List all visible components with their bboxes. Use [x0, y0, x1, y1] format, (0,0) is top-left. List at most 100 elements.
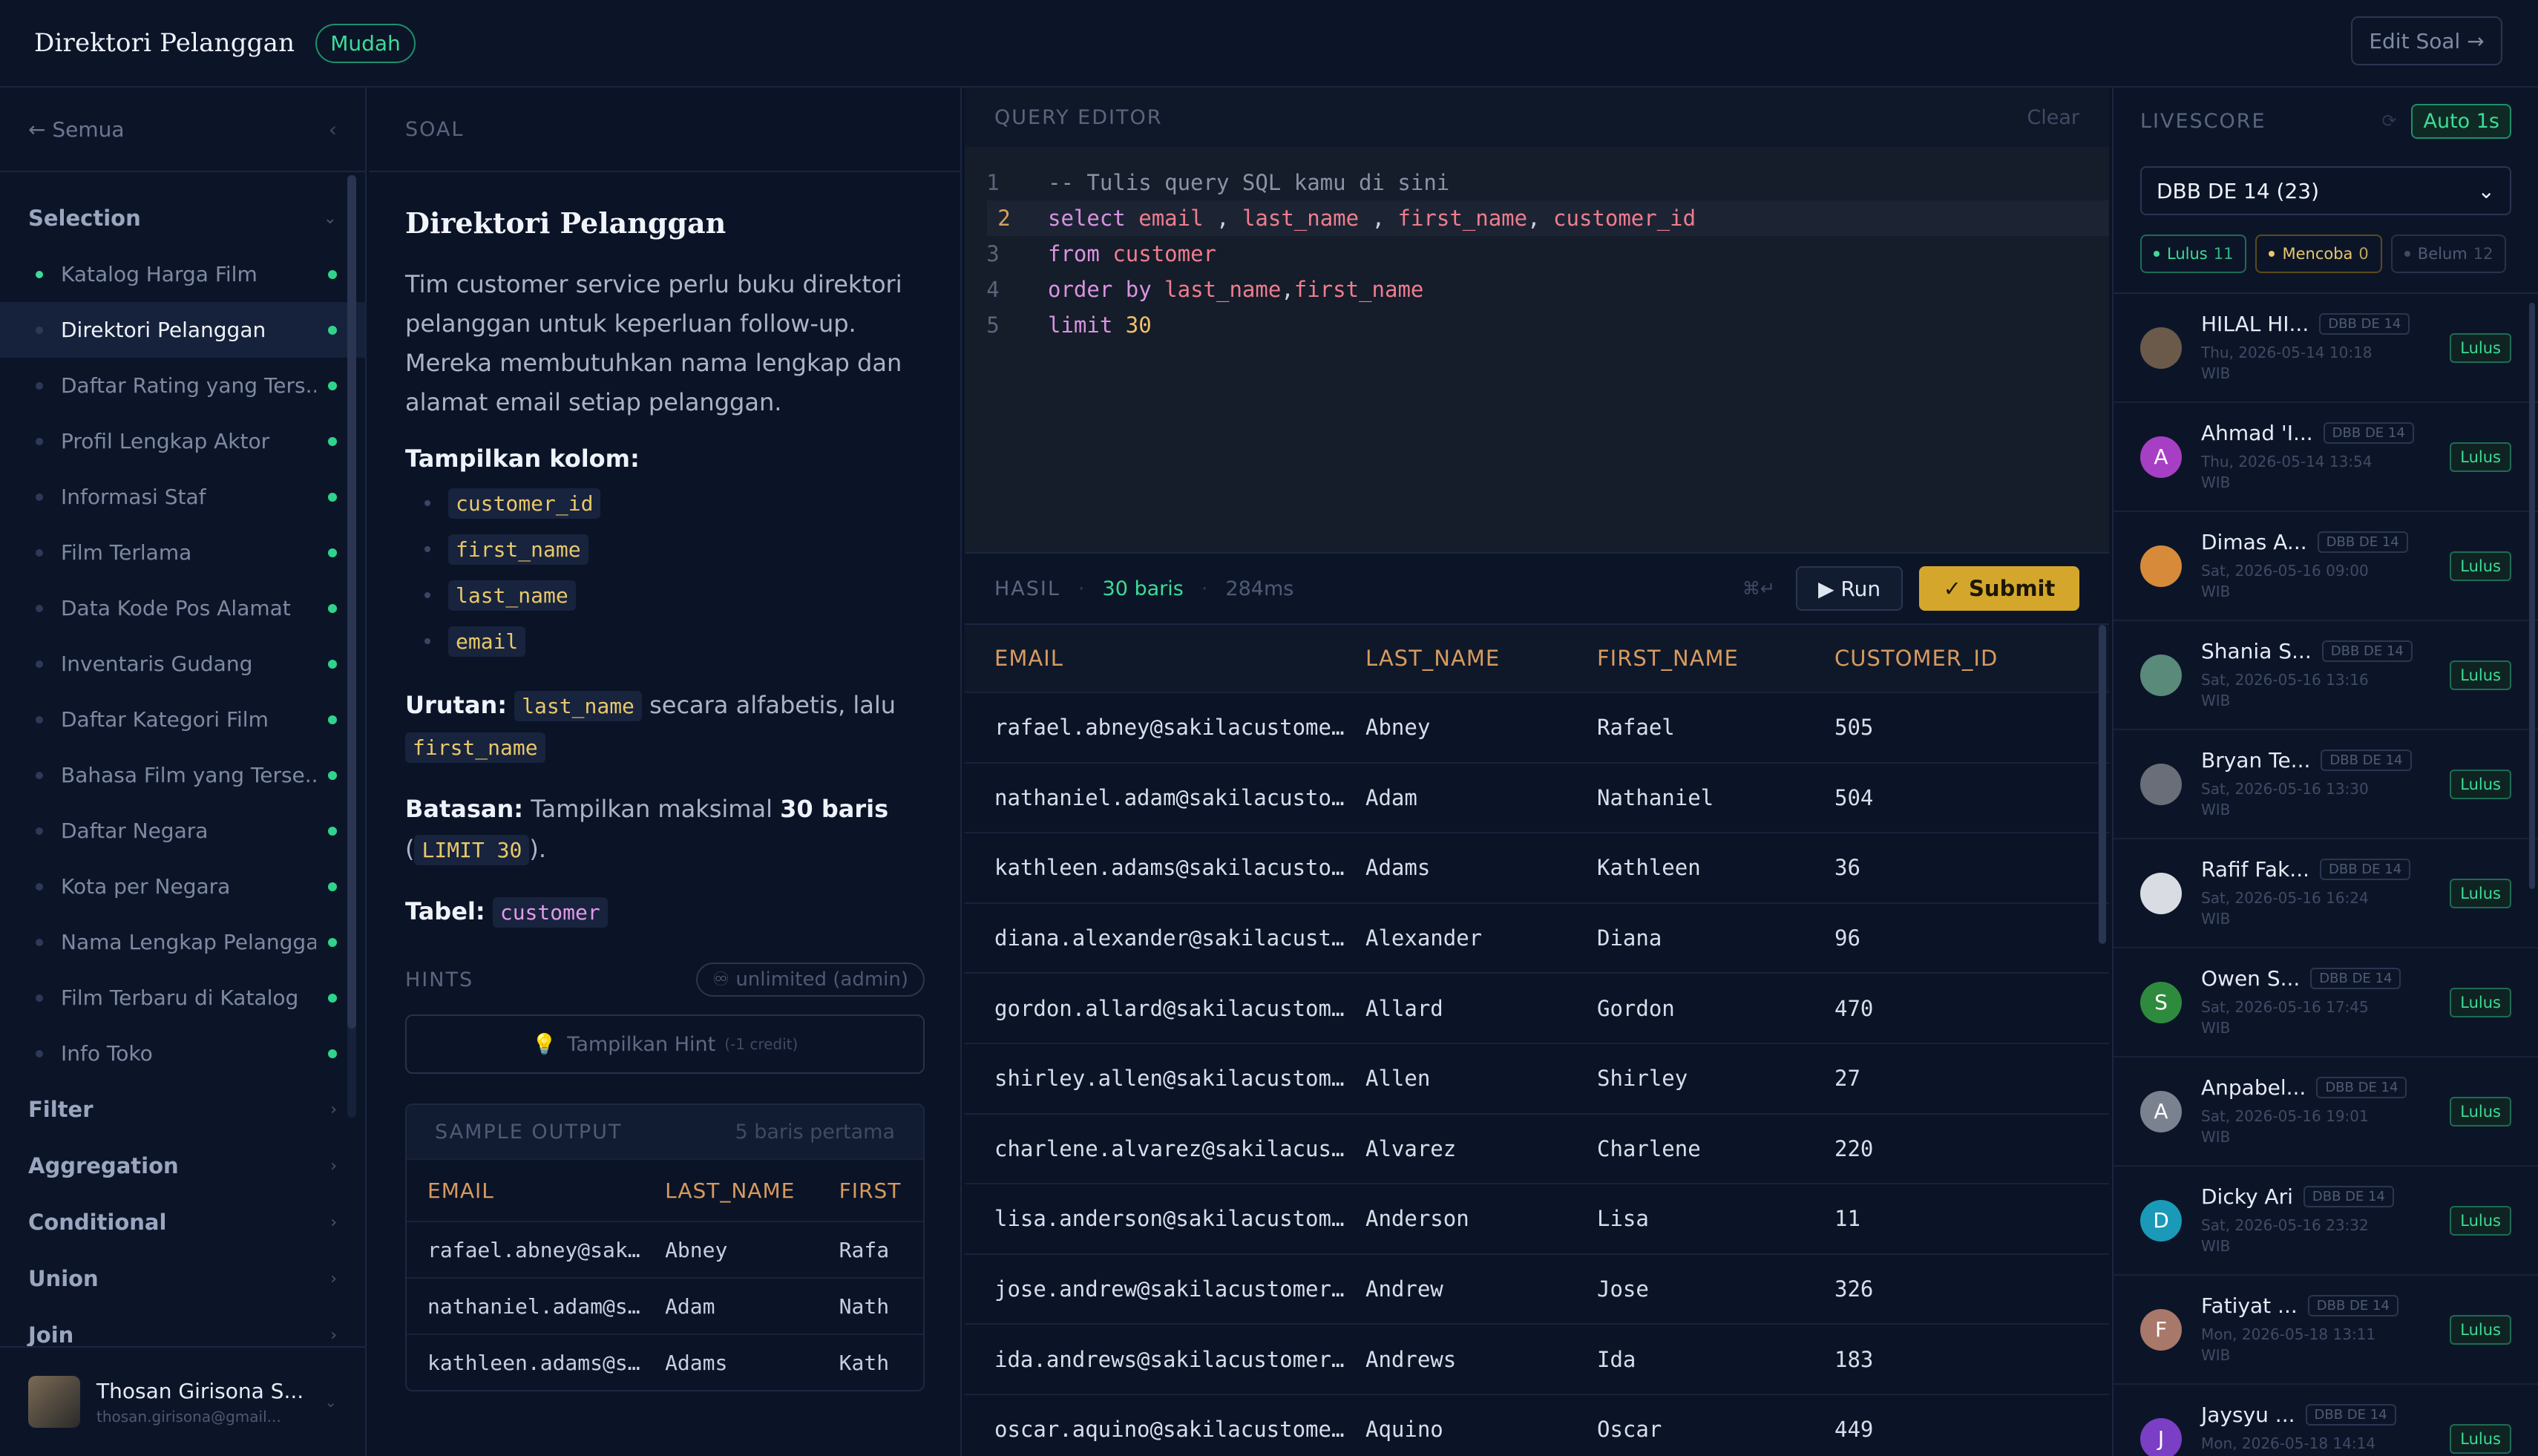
filter-lulus[interactable]: Lulus 11 [2140, 235, 2247, 273]
section-conditional[interactable]: Conditional › [0, 1194, 365, 1250]
student-name: Rafif Fak... [2201, 857, 2310, 882]
sidebar-item[interactable]: Informasi Staf [0, 469, 365, 525]
status-badge: Lulus [2450, 769, 2511, 799]
timestamp: Sat, 2026-05-16 17:45 WIB [2201, 998, 2369, 1037]
status-badge: Lulus [2450, 1314, 2511, 1345]
sidebar-item[interactable]: Film Terlama [0, 525, 365, 580]
auto-refresh-toggle[interactable]: Auto 1s [2411, 103, 2511, 139]
student-name: Shania S... [2201, 639, 2312, 663]
list-item[interactable]: A Ahmad 'I... DBB DE 14 Thu, 2026-05-14 13:… [2114, 403, 2538, 512]
student-name: Anpabel... [2201, 1075, 2306, 1100]
refresh-icon[interactable]: ⟳ [2381, 111, 2398, 131]
class-select[interactable]: DBB DE 14 (23) ⌄ [2140, 166, 2511, 215]
code-line[interactable]: 2 select email , last_name , first_name,… [987, 200, 2109, 236]
status-badge: Lulus [2450, 987, 2511, 1017]
code-line[interactable]: 3 from customer [965, 236, 2109, 272]
list-item: last_name [424, 572, 925, 618]
result-toolbar: HASIL · 30 baris · 284ms ⌘↵ ▶ Run ✓ Subm… [965, 552, 2109, 625]
code-area[interactable]: 1 -- Tulis query SQL kamu di sini 2 sele… [965, 147, 2109, 343]
status-badge: Lulus [2450, 551, 2511, 581]
sidebar-item[interactable]: Kota per Negara [0, 859, 365, 914]
problem-title: Direktori Pelanggan [405, 206, 727, 240]
sidebar-scrollbar[interactable] [347, 175, 356, 1029]
avatar: D [2140, 1199, 2182, 1242]
list-item[interactable]: D Dicky Ari DBB DE 14 Sat, 2026-05-16 23:32… [2114, 1167, 2538, 1276]
back-to-all-link[interactable]: ← Semua [28, 117, 125, 142]
code-line[interactable]: 1 -- Tulis query SQL kamu di sini [965, 165, 2109, 200]
filter-mencoba[interactable]: Mencoba 0 [2255, 235, 2382, 273]
list-item[interactable]: Bryan Te... DBB DE 14 Sat, 2026-05-16 13:3… [2114, 730, 2538, 839]
code-line[interactable]: 4 order by last_name,first_name [965, 272, 2109, 307]
query-editor[interactable]: QUERY EDITOR Clear 1 -- Tulis query SQL … [965, 88, 2109, 552]
status-badge: Lulus [2450, 1423, 2511, 1454]
list-item[interactable]: F Fatiyat ... DBB DE 14 Mon, 2026-05-18 13:… [2114, 1276, 2538, 1385]
list-item[interactable]: A Anpabel... DBB DE 14 Sat, 2026-05-16 19:0… [2114, 1057, 2538, 1167]
completed-icon [328, 436, 337, 446]
avatar [28, 1376, 80, 1428]
chevron-down-icon: ⌄ [324, 1393, 337, 1411]
columns-label: Tampilkan kolom: [405, 445, 640, 473]
sidebar-item[interactable]: Info Toko [0, 1026, 365, 1081]
completed-icon [328, 882, 337, 891]
shortcut-hint: ⌘↵ [1742, 578, 1775, 599]
chevron-down-icon: ⌄ [2477, 178, 2495, 203]
sample-output-header: SAMPLE OUTPUT 5 baris pertama [407, 1105, 923, 1158]
status-badge: Lulus [2450, 332, 2511, 363]
bullet-icon [36, 493, 43, 501]
list-item[interactable]: J Jaysyu ... DBB DE 14 Mon, 2026-05-18 14:1… [2114, 1385, 2538, 1456]
table-row: nathaniel.adam@s… Adam Nath [407, 1277, 923, 1334]
sidebar-item[interactable]: Direktori Pelanggan [0, 302, 365, 358]
chevron-right-icon: › [330, 1213, 337, 1232]
page-title: Direktori Pelanggan [34, 28, 295, 58]
completed-icon [328, 603, 337, 613]
list-item[interactable]: HILAL HI... DBB DE 14 Thu, 2026-05-14 10:1… [2114, 294, 2538, 403]
sidebar-item[interactable]: Data Kode Pos Alamat [0, 580, 365, 636]
timestamp: Sat, 2026-05-16 13:16 WIB [2201, 671, 2369, 709]
section-filter[interactable]: Filter › [0, 1081, 365, 1138]
student-name: Jaysyu ... [2201, 1403, 2295, 1427]
submit-button[interactable]: ✓ Submit [1919, 566, 2079, 611]
completed-icon [328, 659, 337, 669]
timestamp: Mon, 2026-05-18 13:11 WIB [2201, 1325, 2376, 1364]
filter-belum[interactable]: Belum 12 [2390, 235, 2507, 273]
sidebar-item[interactable]: Film Terbaru di Katalog [0, 970, 365, 1026]
sidebar-item[interactable]: Nama Lengkap Pelanggan [0, 914, 365, 970]
show-hint-button[interactable]: 💡 Tampilkan Hint (-1 credit) [405, 1014, 925, 1074]
sidebar-item[interactable]: Bahasa Film yang Terse... [0, 747, 365, 803]
sidebar-item[interactable]: Katalog Harga Film [0, 246, 365, 302]
user-email: thosan.girisona@gmail... [96, 1407, 281, 1426]
section-aggregation[interactable]: Aggregation › [0, 1138, 365, 1194]
section-selection[interactable]: Selection ⌄ [0, 190, 365, 246]
sidebar-item[interactable]: Profil Lengkap Aktor [0, 413, 365, 469]
list-item[interactable]: Rafif Fak... DBB DE 14 Sat, 2026-05-16 16:… [2114, 839, 2538, 948]
sidebar-item[interactable]: Daftar Negara [0, 803, 365, 859]
collapse-sidebar-icon[interactable]: ‹ [329, 117, 337, 142]
timestamp: Mon, 2026-05-18 14:14 WIB [2201, 1434, 2376, 1456]
student-name: Ahmad 'I... [2201, 421, 2313, 445]
run-button[interactable]: ▶ Run [1796, 566, 1903, 611]
avatar [2140, 654, 2182, 696]
bullet-icon [36, 660, 43, 668]
edit-problem-button[interactable]: Edit Soal → [2351, 16, 2502, 65]
section-union[interactable]: Union › [0, 1250, 365, 1307]
livescore-scrollbar[interactable] [2529, 303, 2535, 889]
list-item[interactable]: Shania S... DBB DE 14 Sat, 2026-05-16 13:1… [2114, 621, 2538, 730]
sidebar-item[interactable]: Daftar Kategori Film [0, 692, 365, 747]
completed-icon [328, 325, 337, 335]
list-item[interactable]: Dimas A... DBB DE 14 Sat, 2026-05-16 09:00… [2114, 512, 2538, 621]
user-profile[interactable]: Thosan Girisona S... thosan.girisona@gma… [0, 1346, 365, 1456]
bullet-icon [36, 1049, 43, 1057]
results-scrollbar[interactable] [2099, 625, 2106, 944]
chevron-right-icon: › [330, 1269, 337, 1288]
completed-icon [328, 993, 337, 1003]
code-line[interactable]: 5 limit 30 [965, 307, 2109, 343]
clear-button[interactable]: Clear [2027, 106, 2079, 129]
sidebar-item[interactable]: Daftar Rating yang Ters... [0, 358, 365, 413]
avatar [2140, 545, 2182, 587]
sidebar-item[interactable]: Inventaris Gudang [0, 636, 365, 692]
list-item[interactable]: S Owen S... DBB DE 14 Sat, 2026-05-16 17:45… [2114, 948, 2538, 1057]
chevron-right-icon: › [330, 1100, 337, 1119]
status-filters: Lulus 11 Mencoba 0 Belum 12 [2140, 235, 2511, 273]
avatar [2140, 872, 2182, 914]
sample-table-header: EMAIL LAST_NAME FIRST [407, 1158, 923, 1221]
